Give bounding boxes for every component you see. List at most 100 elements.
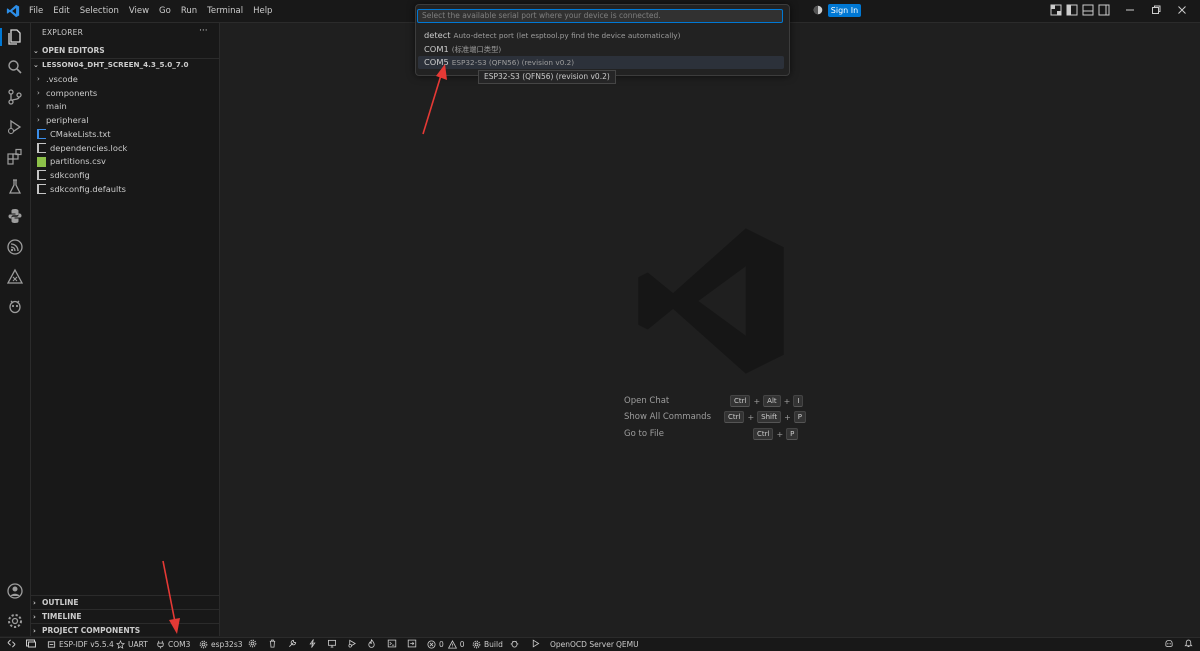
quick-pick-input[interactable]	[417, 9, 783, 23]
menu-view[interactable]: View	[124, 6, 154, 16]
file-type-icon	[37, 184, 46, 195]
extensions-icon[interactable]	[6, 148, 24, 166]
key-ctrl: Ctrl	[753, 428, 774, 440]
menu-selection[interactable]: Selection	[75, 6, 124, 16]
problems-item[interactable]: 0 0	[427, 639, 465, 649]
project-folder-label: LESSON04_DHT_SCREEN_4.3_5.0_7.0	[42, 60, 189, 69]
idf-tools-triangle-icon[interactable]	[6, 268, 24, 286]
build-wrench-icon[interactable]	[288, 639, 297, 648]
warning-triangle-icon	[447, 639, 457, 649]
tree-folder[interactable]: › .vscode	[37, 73, 78, 86]
restore-icon[interactable]	[1150, 4, 1162, 16]
tree-item-label: main	[46, 101, 67, 112]
flash-lightning-icon[interactable]	[308, 639, 317, 648]
tree-item-label: sdkconfig.defaults	[50, 183, 126, 194]
flash-method-item[interactable]: UART	[116, 639, 148, 649]
tree-file[interactable]: sdkconfig	[37, 169, 90, 182]
tree-folder[interactable]: › peripheral	[37, 114, 89, 127]
file-type-icon	[37, 129, 46, 140]
tree-folder[interactable]: › main	[37, 100, 67, 113]
menu-run[interactable]: Run	[176, 6, 202, 16]
debug-bug-icon[interactable]	[510, 639, 519, 648]
sdk-config-gear-icon[interactable]	[248, 639, 257, 648]
port-option-com5[interactable]: COM5 ESP32-S3 (QFN56) (revision v0.2)	[418, 56, 784, 69]
testing-flask-icon[interactable]	[6, 178, 24, 196]
tree-file[interactable]: dependencies.lock	[37, 142, 127, 155]
source-control-icon[interactable]	[6, 88, 24, 106]
notifications-bell-icon[interactable]	[1184, 639, 1193, 648]
port-tooltip: ESP32-S3 (QFN56) (revision v0.2)	[478, 70, 616, 84]
target-device-item[interactable]: esp32s3	[199, 639, 243, 649]
tree-file[interactable]: CMakeLists.txt	[37, 128, 111, 141]
tree-item-label: sdkconfig	[50, 169, 90, 180]
run-play-icon[interactable]	[531, 639, 540, 648]
port-option-detect[interactable]: detect Auto-detect port (let esptool.py f…	[418, 29, 784, 42]
serial-port-label: COM3	[168, 639, 191, 649]
toggle-panel-icon[interactable]	[1082, 4, 1094, 16]
outline-header[interactable]: › OUTLINE	[33, 598, 79, 607]
serial-port-item[interactable]: COM3	[156, 639, 190, 649]
tree-file[interactable]: sdkconfig.defaults	[37, 183, 126, 196]
close-icon[interactable]	[1176, 4, 1188, 16]
tree-item-label: peripheral	[46, 115, 89, 126]
idf-version-item[interactable]: ESP-IDF v5.5.4	[47, 639, 114, 649]
timeline-label: TIMELINE	[42, 612, 82, 621]
command-palette-icon[interactable]	[407, 639, 417, 648]
project-components-header[interactable]: › PROJECT COMPONENTS	[33, 626, 140, 635]
plus-sign: +	[776, 429, 784, 439]
option-label: COM5	[424, 57, 449, 67]
menu-terminal[interactable]: Terminal	[202, 6, 248, 16]
accounts-icon[interactable]	[6, 582, 24, 600]
explorer-files-icon[interactable]	[6, 28, 24, 46]
error-count: 0	[439, 639, 444, 649]
sign-in-button[interactable]: Sign In	[828, 4, 861, 17]
explorer-more-actions[interactable]: ···	[199, 26, 208, 36]
menu-help[interactable]: Help	[248, 6, 277, 16]
star-icon	[116, 639, 125, 649]
python-icon[interactable]	[6, 207, 24, 225]
chevron-right-icon: ›	[33, 613, 36, 621]
layout-customize-icon[interactable]	[1050, 4, 1062, 16]
project-folder-header[interactable]: ⌄ LESSON04_DHT_SCREEN_4.3_5.0_7.0	[33, 60, 189, 69]
vscode-watermark-icon	[638, 228, 784, 374]
run-and-debug-icon[interactable]	[6, 118, 24, 136]
menu-go[interactable]: Go	[154, 6, 176, 16]
toggle-primary-sidebar-icon[interactable]	[1066, 4, 1078, 16]
key-alt: Alt	[763, 395, 781, 407]
file-type-icon	[37, 156, 46, 167]
timeline-header[interactable]: › TIMELINE	[33, 612, 81, 621]
accounts-globe-icon[interactable]	[813, 5, 823, 15]
build-item[interactable]: Build	[472, 639, 503, 649]
build-flash-monitor-flame-icon[interactable]	[367, 639, 376, 648]
key-ctrl: Ctrl	[724, 411, 745, 423]
espressif-icon[interactable]	[6, 238, 24, 256]
tree-folder[interactable]: › components	[37, 87, 97, 100]
open-editors-header[interactable]: ⌄ OPEN EDITORS	[33, 46, 105, 55]
search-icon[interactable]	[6, 58, 24, 76]
tree-file[interactable]: partitions.csv	[37, 155, 106, 168]
minimize-icon[interactable]	[1124, 4, 1136, 16]
monitor-icon[interactable]	[327, 639, 337, 648]
tree-item-label: partitions.csv	[50, 156, 106, 167]
idf-explorer-icon[interactable]	[26, 639, 36, 648]
settings-gear-icon[interactable]	[6, 612, 24, 630]
target-device-label: esp32s3	[211, 639, 243, 649]
qemu-item[interactable]: QEMU	[616, 639, 639, 649]
terminal-icon[interactable]	[387, 639, 397, 648]
full-clean-trash-icon[interactable]	[268, 639, 277, 648]
port-option-com1[interactable]: COM1 (标准端口类型)	[418, 43, 784, 56]
section-divider	[31, 58, 219, 59]
option-label: detect	[424, 30, 451, 40]
debug-icon[interactable]	[347, 639, 357, 648]
project-components-label: PROJECT COMPONENTS	[42, 626, 141, 635]
plus-sign: +	[747, 412, 755, 422]
copilot-icon[interactable]	[1164, 639, 1174, 648]
toggle-secondary-sidebar-icon[interactable]	[1098, 4, 1110, 16]
menu-edit[interactable]: Edit	[48, 6, 74, 16]
openocd-server-item[interactable]: OpenOCD Server	[550, 639, 614, 649]
remote-connection-icon[interactable]	[7, 639, 16, 648]
bug-extension-icon[interactable]	[6, 297, 24, 315]
menu-file[interactable]: File	[24, 6, 48, 16]
menu-bar: File Edit Selection View Go Run Terminal…	[24, 0, 277, 22]
chevron-down-icon: ⌄	[33, 47, 39, 55]
